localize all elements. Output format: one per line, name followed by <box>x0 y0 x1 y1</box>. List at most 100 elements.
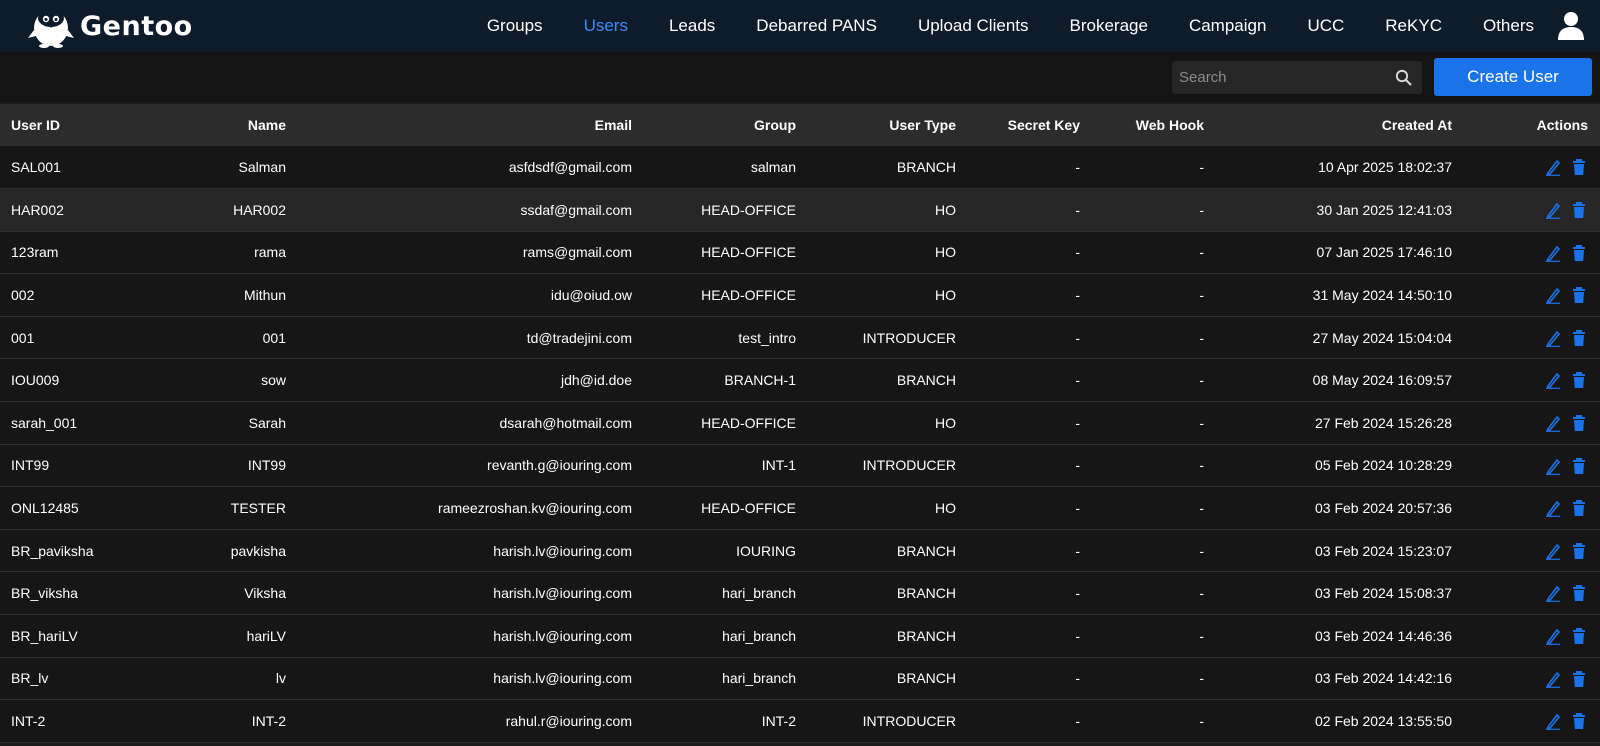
edit-icon[interactable] <box>1544 201 1562 219</box>
cell-web-hook: - <box>1199 627 1204 644</box>
cell-secret-key: - <box>1075 457 1080 474</box>
edit-icon[interactable] <box>1544 670 1562 688</box>
table-row[interactable]: IOU009 sow jdh@id.doe BRANCH-1 BRANCH - - 08 Ma… <box>0 358 1600 402</box>
cell-name: Sarah <box>248 414 286 431</box>
delete-icon[interactable] <box>1570 542 1588 560</box>
delete-icon[interactable] <box>1570 329 1588 347</box>
cell-group: hari_branch <box>722 627 796 644</box>
cell-actions <box>1464 274 1600 317</box>
edit-icon[interactable] <box>1544 286 1562 305</box>
nav-rekyc[interactable]: ReKYC <box>1385 16 1442 36</box>
cell-user-type: HO <box>935 244 956 261</box>
nav-debarred-pans[interactable]: Debarred PANS <box>756 16 877 36</box>
table-row[interactable]: INT99 INT99 revanth.g@iouring.com INT-1 INTR… <box>0 444 1600 487</box>
delete-icon[interactable] <box>1570 286 1588 304</box>
edit-icon[interactable] <box>1544 712 1562 731</box>
delete-icon[interactable] <box>1570 244 1588 262</box>
table-row[interactable]: sarah_001 Sarah dsarah@hotmail.com HEAD-OFF… <box>0 401 1600 445</box>
app-logo[interactable]: Gentoo <box>26 4 193 48</box>
cell-group: HEAD-OFFICE <box>701 287 796 304</box>
delete-icon[interactable] <box>1570 371 1588 389</box>
edit-icon[interactable] <box>1544 542 1562 560</box>
cell-group: HEAD-OFFICE <box>701 201 796 218</box>
edit-icon[interactable] <box>1544 244 1562 262</box>
col-header-created-at[interactable]: Created At <box>1216 104 1464 146</box>
table-row[interactable]: 001 001 td@tradejini.com test_intro INTRODUC… <box>0 316 1600 359</box>
nav-upload-clients[interactable]: Upload Clients <box>918 16 1029 36</box>
delete-icon[interactable] <box>1570 158 1588 176</box>
cell-created-at: 10 Apr 2025 18:02:37 <box>1318 159 1452 176</box>
cell-name: rama <box>254 244 286 261</box>
col-header-name[interactable]: Name <box>122 104 298 146</box>
table-row[interactable]: 002 Mithun idu@oiud.ow HEAD-OFFICE HO - - 31 Ma… <box>0 273 1600 317</box>
search-input[interactable] <box>1172 61 1387 94</box>
cell-user-type: INTRODUCER <box>862 329 956 346</box>
table-row[interactable]: SAL001 Salman asfdsdf@gmail.com salman BRANC… <box>0 146 1600 189</box>
user-icon[interactable] <box>1556 10 1586 40</box>
delete-icon[interactable] <box>1570 201 1588 219</box>
edit-icon[interactable] <box>1544 627 1562 645</box>
cell-email: idu@oiud.ow <box>550 287 632 304</box>
edit-icon[interactable] <box>1544 329 1562 347</box>
nav-campaign[interactable]: Campaign <box>1189 16 1267 36</box>
col-header-user-type[interactable]: User Type <box>808 104 968 146</box>
cell-web-hook: - <box>1199 244 1204 261</box>
cell-user-id: INT99 <box>11 457 50 474</box>
edit-icon[interactable] <box>1544 584 1562 603</box>
cell-user-type: HO <box>935 500 956 517</box>
cell-user-type: HO <box>935 287 956 304</box>
table-row[interactable]: BR_hariLV hariLV harish.lv@iouring.com hari… <box>0 614 1600 658</box>
table-row[interactable]: BR_lv lv harish.lv@iouring.com hari_branch B… <box>0 657 1600 700</box>
cell-name: Mithun <box>243 287 286 304</box>
delete-icon[interactable] <box>1570 584 1588 602</box>
delete-icon[interactable] <box>1570 414 1588 432</box>
cell-user-id: 002 <box>11 287 35 304</box>
cell-user-type: BRANCH <box>896 670 956 687</box>
nav-ucc[interactable]: UCC <box>1307 16 1344 36</box>
cell-secret-key: - <box>1075 414 1080 431</box>
table-row[interactable]: INT-2 INT-2 rahul.r@iouring.com INT-2 INTROD… <box>0 699 1600 743</box>
nav-brokerage[interactable]: Brokerage <box>1070 16 1148 36</box>
cell-group: salman <box>750 159 796 176</box>
delete-icon[interactable] <box>1570 499 1588 517</box>
edit-icon[interactable] <box>1544 457 1562 475</box>
cell-secret-key: - <box>1075 670 1080 687</box>
cell-group: HEAD-OFFICE <box>701 414 796 431</box>
col-header-web-hook[interactable]: Web Hook <box>1092 104 1216 146</box>
col-header-group[interactable]: Group <box>644 104 808 146</box>
table-row[interactable]: 123ram rama rams@gmail.com HEAD-OFFICE HO - - 0… <box>0 231 1600 274</box>
cell-group: INT-1 <box>761 457 796 474</box>
cell-group: INT-2 <box>761 713 796 730</box>
cell-user-type: BRANCH <box>896 159 956 176</box>
nav-others[interactable]: Others <box>1483 16 1534 36</box>
nav-groups[interactable]: Groups <box>487 16 543 36</box>
cell-user-type: BRANCH <box>896 585 956 602</box>
col-header-secret-key[interactable]: Secret Key <box>968 104 1092 146</box>
edit-icon[interactable] <box>1544 371 1562 390</box>
delete-icon[interactable] <box>1570 712 1588 730</box>
edit-icon[interactable] <box>1544 499 1562 518</box>
delete-icon[interactable] <box>1570 457 1588 475</box>
cell-group: hari_branch <box>722 670 796 687</box>
col-header-email[interactable]: Email <box>298 104 644 146</box>
cell-name: HAR002 <box>233 201 286 218</box>
edit-icon[interactable] <box>1544 158 1562 177</box>
delete-icon[interactable] <box>1570 670 1588 688</box>
cell-actions <box>1464 316 1600 359</box>
nav-leads[interactable]: Leads <box>669 16 715 36</box>
search-box <box>1172 61 1422 94</box>
create-user-button[interactable]: Create User <box>1434 58 1592 96</box>
col-header-user-id[interactable]: User ID <box>0 104 122 146</box>
cell-email: dsarah@hotmail.com <box>499 414 633 431</box>
table-row[interactable]: BR_paviksha pavkisha harish.lv@iouring.com… <box>0 529 1600 572</box>
table-row[interactable]: ONL12485 TESTER rameezroshan.kv@iouring.co… <box>0 486 1600 530</box>
cell-created-at: 31 May 2024 14:50:10 <box>1312 287 1452 304</box>
search-icon[interactable] <box>1395 69 1412 86</box>
delete-icon[interactable] <box>1570 627 1588 645</box>
table-row[interactable]: HAR002 HAR002 ssdaf@gmail.com HEAD-OFFICE HO… <box>0 188 1600 232</box>
nav-users[interactable]: Users <box>584 16 628 36</box>
table-row[interactable]: BR_viksha Viksha harish.lv@iouring.com hari… <box>0 571 1600 615</box>
cell-web-hook: - <box>1199 201 1204 218</box>
edit-icon[interactable] <box>1544 414 1562 432</box>
table-body: SAL001 Salman asfdsdf@gmail.com salman BRANC… <box>0 146 1600 743</box>
